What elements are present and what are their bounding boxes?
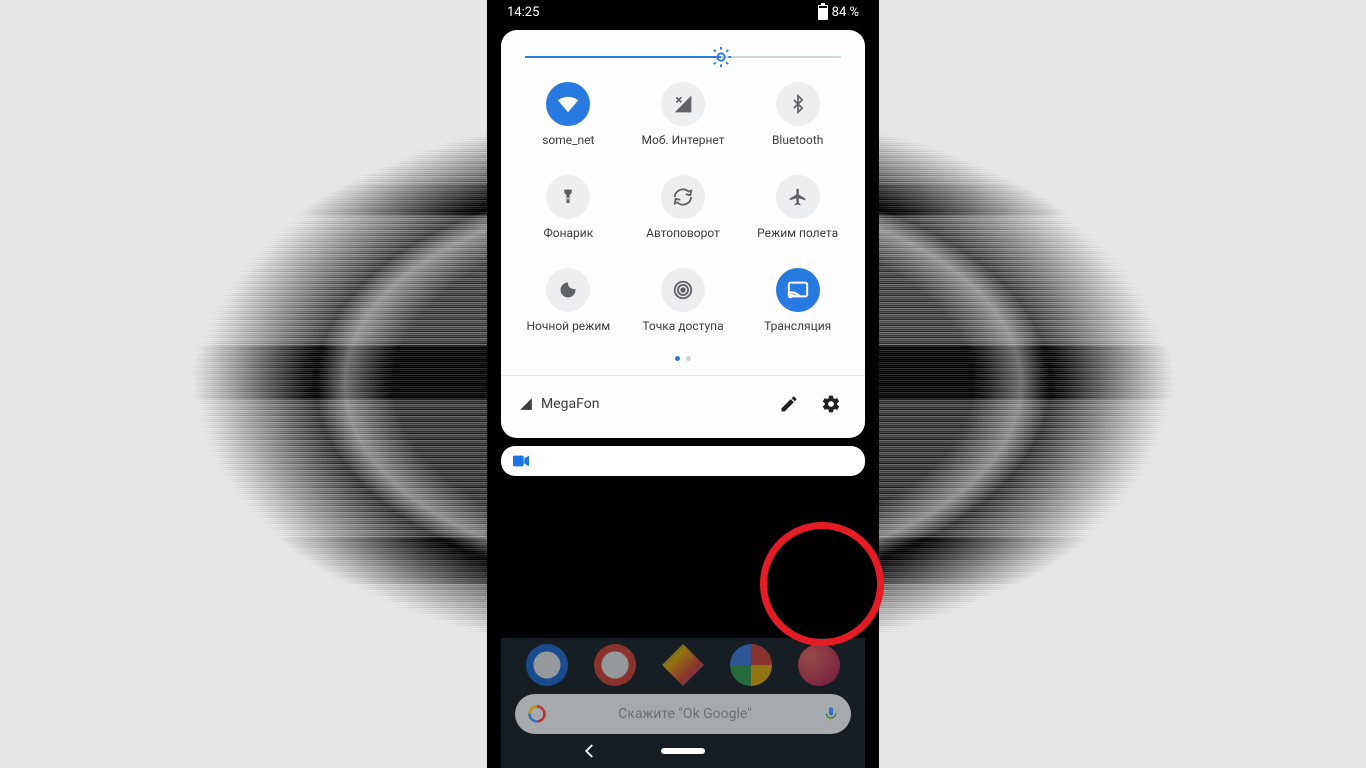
status-right: 84 %: [818, 5, 859, 20]
tile-label: Моб. Интернет: [642, 134, 725, 147]
brightness-thumb-icon[interactable]: [710, 46, 732, 68]
brightness-track: [525, 56, 841, 58]
battery-percent: 84 %: [832, 5, 859, 20]
settings-button[interactable]: [815, 388, 847, 420]
home-screen: Скажите "Ok Google": [501, 648, 865, 768]
mobile-data-icon: [661, 82, 705, 126]
google-logo-icon: [527, 704, 547, 724]
tile-label: Трансляция: [764, 320, 831, 333]
tile-label: Фонарик: [543, 227, 593, 240]
tile-bluetooth[interactable]: Bluetooth: [744, 82, 851, 147]
autorotate-icon: [661, 175, 705, 219]
dock-icon-phone[interactable]: [526, 644, 568, 686]
quick-settings-footer: MegaFon: [501, 375, 865, 432]
gear-icon: [821, 394, 841, 414]
edit-tiles-button[interactable]: [773, 388, 805, 420]
page-indicator: [501, 344, 865, 375]
tile-label: Режим полета: [757, 227, 838, 240]
quick-settings-panel: some_net Моб. Интернет Bluetooth Фонарик: [501, 30, 865, 438]
pencil-icon: [779, 394, 799, 414]
battery-icon: [818, 5, 828, 20]
status-time: 14:25: [507, 5, 539, 20]
bluetooth-icon: [776, 82, 820, 126]
status-bar: 14:25 84 %: [493, 0, 873, 24]
navigation-bar: [501, 738, 865, 764]
tile-airplane[interactable]: Режим полета: [744, 175, 851, 240]
page-dot: [686, 356, 691, 361]
tile-flashlight[interactable]: Фонарик: [515, 175, 622, 240]
tile-night-mode[interactable]: Ночной режим: [515, 268, 622, 333]
wifi-icon: [546, 82, 590, 126]
back-button[interactable]: [581, 742, 599, 760]
page-dot: [675, 356, 680, 361]
brightness-slider[interactable]: [501, 30, 865, 68]
tile-label: Bluetooth: [772, 134, 823, 147]
dock-icon-camera[interactable]: [798, 644, 840, 686]
tile-label: Ночной режим: [526, 320, 610, 333]
dock: [501, 644, 865, 686]
video-icon: [513, 455, 529, 467]
brightness-fill: [525, 56, 721, 58]
dock-icon-chrome[interactable]: [730, 644, 772, 686]
google-search-bar[interactable]: Скажите "Ok Google": [515, 694, 851, 734]
tile-label: some_net: [542, 134, 594, 147]
cast-icon: [776, 268, 820, 312]
tile-hotspot[interactable]: Точка доступа: [630, 268, 737, 333]
night-mode-icon: [546, 268, 590, 312]
mic-icon[interactable]: [823, 704, 839, 724]
home-pill[interactable]: [661, 748, 705, 754]
tile-label: Точка доступа: [642, 320, 723, 333]
dock-icon-play[interactable]: [662, 644, 704, 686]
search-hint: Скажите "Ok Google": [557, 706, 813, 722]
tile-wifi[interactable]: some_net: [515, 82, 622, 147]
tile-mobile-data[interactable]: Моб. Интернет: [630, 82, 737, 147]
notification-row[interactable]: [501, 446, 865, 476]
tile-label: Автоповорот: [646, 227, 720, 240]
dock-icon-messages[interactable]: [594, 644, 636, 686]
airplane-icon: [776, 175, 820, 219]
signal-icon: [519, 397, 533, 411]
phone-frame: 14:25 84 % some_net: [493, 0, 873, 768]
carrier-label: MegaFon: [519, 396, 763, 412]
tile-autorotate[interactable]: Автоповорот: [630, 175, 737, 240]
tile-cast[interactable]: Трансляция: [744, 268, 851, 333]
flashlight-icon: [546, 175, 590, 219]
hotspot-icon: [661, 268, 705, 312]
quick-settings-tiles: some_net Моб. Интернет Bluetooth Фонарик: [501, 68, 865, 344]
